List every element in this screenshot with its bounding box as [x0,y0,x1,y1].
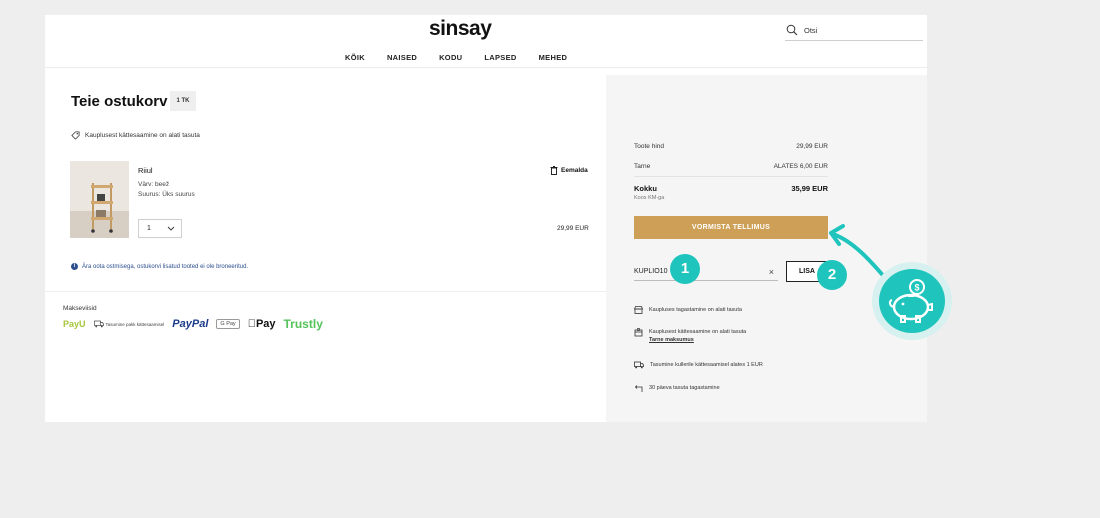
gpay-logo: G Pay [216,319,240,329]
remove-label: Eemalda [561,167,588,174]
divider [45,291,606,292]
product-price-row: Toote hind 29,99 EUR [634,143,828,150]
coupon-input[interactable]: KUPLIO10 × [634,261,778,281]
chevron-down-icon [167,226,175,231]
product-color: Värv: beež [138,181,170,188]
delivery-value: ALATES 6,00 EUR [773,163,828,170]
perk-text: Kauplusest kättesaamine on alati tasuta [649,329,747,335]
product-image[interactable] [70,161,129,238]
pickup-note: Kauplusest kättesaamine on alati tasuta [71,131,200,140]
perk-return-store: Kaupluses tagastamine on alati tasuta [634,306,742,314]
payu-logo: PayU [63,319,86,329]
package-icon [634,328,643,337]
payment-methods-label: Makseviisid [63,305,97,312]
step-1-badge: 1 [670,254,700,284]
svg-text:$: $ [914,283,919,293]
quantity-value: 1 [147,225,151,232]
perk-text: 30 päeva tasuta tagastamine [649,385,720,391]
pickup-note-text: Kauplusest kättesaamine on alati tasuta [85,132,200,139]
total-label: Kokku [634,184,657,193]
trash-icon [550,166,558,175]
tag-icon [71,131,80,140]
remove-button[interactable]: Eemalda [550,166,588,175]
shelf-illustration [70,161,129,238]
cart-title: Teie ostukorv [71,93,168,110]
nav-item-naised[interactable]: NAISED [387,53,417,62]
apple-pay-label: Pay [247,318,276,330]
quantity-select[interactable]: 1 [138,219,182,238]
search-icon [786,24,798,36]
product-name[interactable]: Riiul [138,166,153,175]
cart-count-badge: 1 TK [170,91,196,111]
line-price: 29,99 EUR [557,225,589,232]
perk-return-30: 30 päeva tasuta tagastamine [634,384,720,393]
info-icon: i [71,263,78,270]
product-size: Suurus: Üks suurus [138,191,195,198]
search-placeholder: Otsi [804,26,818,35]
checkout-button[interactable]: VORMISTA TELLIMUS [634,216,828,239]
perk-pickup: Kauplusest kättesaamine on alati tasuta … [634,328,746,344]
vat-note: Koos KM-ga [634,195,665,201]
nav-item-koik[interactable]: KÕIK [345,53,365,62]
apple-icon:  [248,318,256,330]
store-icon [634,306,643,314]
sinsay-logo[interactable]: sinsay [429,17,492,41]
delivery-cost-link[interactable]: Tarne maksumus [649,337,694,343]
apple-pay-logo: Pay [248,318,276,330]
site-header: sinsay KÕIK NAISED KODU LAPSED MEHED Ots… [45,15,927,68]
truck-icon [93,320,104,328]
total-value: 35,99 EUR [791,184,828,193]
paypal-logo: PayPal [172,318,209,330]
return-arrow-icon [634,385,643,392]
cod-logo: Tasumine pakk kättesaamisel [93,320,165,328]
main-nav: KÕIK NAISED KODU LAPSED MEHED [345,53,589,62]
info-note-text: Ära oota ostmisega, ostukorvi lisatud to… [82,263,249,270]
delivery-label: Tarne [634,163,651,170]
coupon-value: KUPLIO10 [634,268,668,275]
perk-cod: Tasumine kullerile kättesaamisel alates … [634,361,763,369]
info-note: i Ära oota ostmisega, ostukorvi lisatud … [71,263,248,270]
piggy-bank-icon: $ [879,269,945,333]
nav-item-kodu[interactable]: KODU [439,53,462,62]
nav-item-mehed[interactable]: MEHED [539,53,568,62]
search-input[interactable]: Otsi [785,21,923,41]
trustly-logo: Trustly [275,317,323,331]
clear-coupon-icon[interactable]: × [769,267,774,277]
cod-label: Tasumine pakk kättesaamisel [105,321,165,327]
total-row: Kokku 35,99 EUR [634,184,828,193]
product-price-label: Toote hind [634,143,664,150]
perk-text: Kaupluses tagastamine on alati tasuta [649,307,742,313]
page: sinsay KÕIK NAISED KODU LAPSED MEHED Ots… [45,15,927,422]
truck-icon [634,361,644,369]
perk-text: Tasumine kullerile kättesaamisel alates … [650,362,763,368]
nav-item-lapsed[interactable]: LAPSED [484,53,516,62]
payment-logos: PayU Tasumine pakk kättesaamisel PayPal … [63,317,323,331]
delivery-row: Tarne ALATES 6,00 EUR [634,163,828,170]
summary-divider [634,176,828,177]
product-price-value: 29,99 EUR [796,143,828,150]
